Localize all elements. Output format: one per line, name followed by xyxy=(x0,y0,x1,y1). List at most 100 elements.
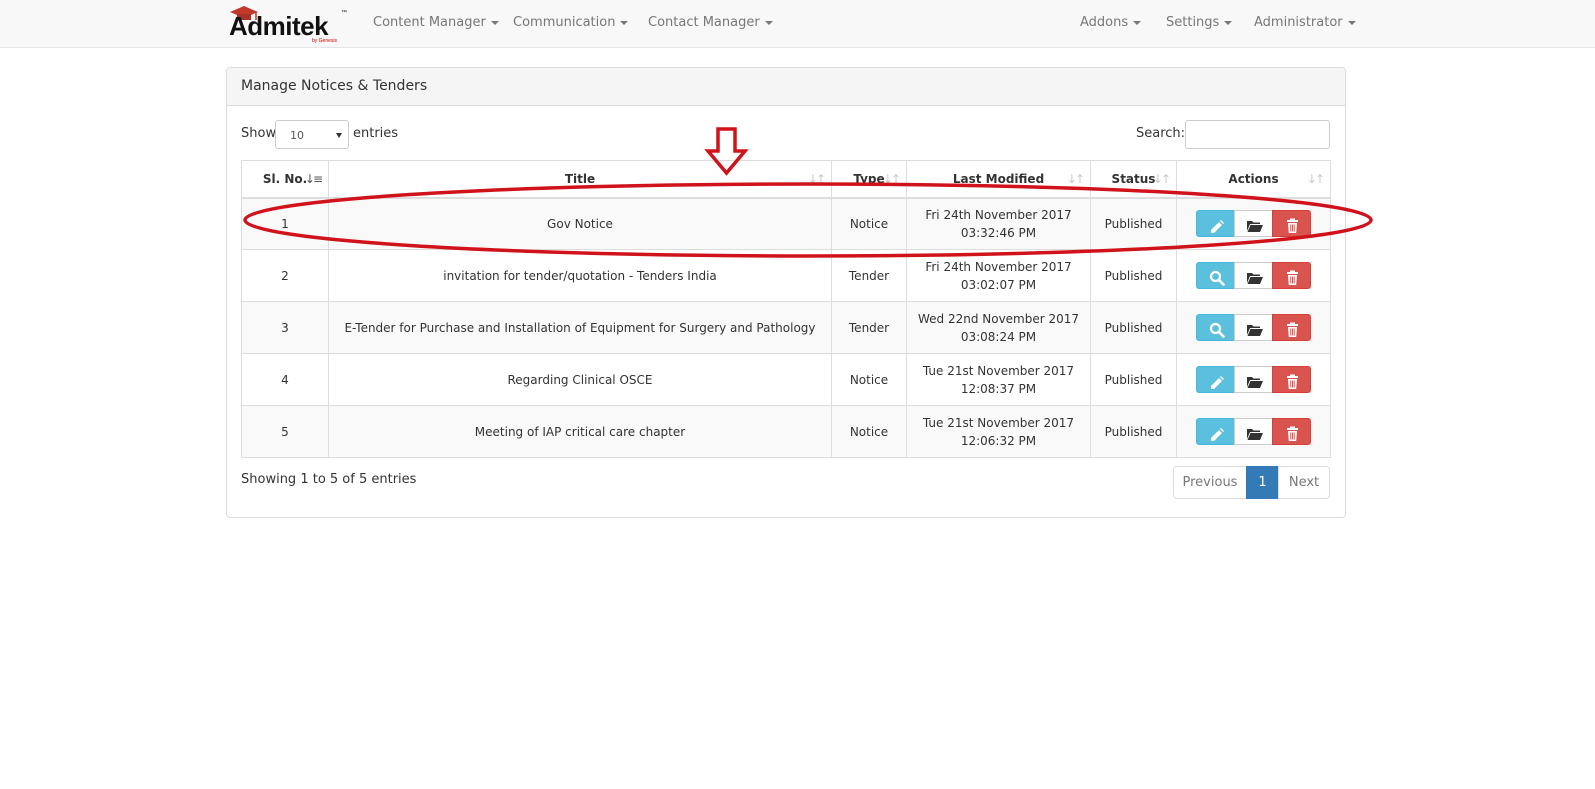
caret-down-icon xyxy=(1224,20,1233,25)
delete-button[interactable] xyxy=(1272,262,1311,289)
view-button[interactable] xyxy=(1196,262,1235,289)
search-label: Search: xyxy=(1136,126,1186,141)
brand-name: Admitek xyxy=(229,11,329,41)
cell-status: Published xyxy=(1090,301,1177,354)
trash-icon xyxy=(1287,322,1298,337)
modified-time: 03:32:46 PM xyxy=(960,225,1037,240)
pagination-next[interactable]: Next xyxy=(1278,466,1330,499)
sort-icon: ↓↑ xyxy=(1306,172,1325,186)
nav-label: Settings xyxy=(1166,15,1220,30)
nav-label: Content Manager xyxy=(373,15,486,30)
cell-status: Published xyxy=(1090,353,1177,406)
cell-status: Published xyxy=(1090,405,1177,458)
table-row: 3 E-Tender for Purchase and Installation … xyxy=(241,301,1331,354)
column-header-type[interactable]: Type ↓↑ xyxy=(831,160,907,199)
column-header-actions[interactable]: Actions ↓↑ xyxy=(1176,160,1331,199)
nav-communication[interactable]: Communication xyxy=(513,14,629,34)
delete-button[interactable] xyxy=(1272,210,1311,238)
open-folder-button[interactable] xyxy=(1234,418,1273,445)
caret-down-icon xyxy=(620,20,629,25)
nav-content-manager[interactable]: Content Manager xyxy=(373,14,499,34)
pagination-previous[interactable]: Previous xyxy=(1173,466,1247,499)
edit-icon xyxy=(1211,428,1224,441)
cell-last-modified: Tue 21st November 2017 12:06:32 PM xyxy=(906,405,1091,458)
folder-open-icon xyxy=(1247,273,1263,284)
cell-sl-no: 1 xyxy=(241,197,329,250)
cell-sl-no: 4 xyxy=(241,353,329,406)
column-header-label: Status xyxy=(1111,171,1156,186)
cell-type: Notice xyxy=(831,405,907,458)
open-folder-button[interactable] xyxy=(1234,262,1273,289)
cell-last-modified: Wed 22nd November 2017 03:08:24 PM xyxy=(906,301,1091,354)
edit-button[interactable] xyxy=(1196,418,1235,445)
modified-date: Tue 21st November 2017 xyxy=(922,415,1075,430)
table-row: 5 Meeting of IAP critical care chapter Not… xyxy=(241,405,1331,458)
column-header-label: Title xyxy=(564,171,596,186)
trash-icon xyxy=(1287,270,1298,285)
action-buttons xyxy=(1196,314,1311,341)
action-buttons xyxy=(1196,210,1311,238)
cell-last-modified: Fri 24th November 2017 03:32:46 PM xyxy=(906,197,1091,250)
cell-type: Tender xyxy=(831,301,907,354)
cell-last-modified: Tue 21st November 2017 12:08:37 PM xyxy=(906,353,1091,406)
nav-contact-manager[interactable]: Contact Manager xyxy=(648,14,773,34)
view-button[interactable] xyxy=(1196,314,1235,341)
brand-logo[interactable]: Admitek ™ by Genesis xyxy=(228,4,348,44)
folder-open-icon xyxy=(1247,221,1263,233)
column-header-status[interactable]: Status ↓↑ xyxy=(1090,160,1177,199)
column-header-label: Actions xyxy=(1228,171,1279,186)
pagination-page-1[interactable]: 1 xyxy=(1246,466,1279,499)
delete-button[interactable] xyxy=(1272,366,1311,393)
column-header-title[interactable]: Title ↓↑ xyxy=(328,160,832,199)
search-icon xyxy=(1209,322,1225,338)
cell-last-modified: Fri 24th November 2017 03:02:07 PM xyxy=(906,249,1091,302)
column-header-sl-no[interactable]: Sl. No. ↓≡ xyxy=(241,160,329,199)
cell-title: Gov Notice xyxy=(328,197,832,250)
entries-label: entries xyxy=(353,126,399,141)
edit-button[interactable] xyxy=(1196,366,1235,393)
search-input[interactable] xyxy=(1185,120,1330,149)
cell-actions xyxy=(1176,405,1331,458)
dropdown-arrow-icon xyxy=(336,133,342,138)
cell-actions xyxy=(1176,353,1331,406)
cell-title: E-Tender for Purchase and Installation o… xyxy=(328,301,832,354)
folder-open-icon xyxy=(1247,429,1263,440)
modified-time: 12:08:37 PM xyxy=(960,381,1037,396)
table-row: 4 Regarding Clinical OSCE Notice Tue 21st N… xyxy=(241,353,1331,406)
table-row: 1 Gov Notice Notice Fri 24th November 2017 0… xyxy=(241,197,1331,250)
sort-icon: ↓↑ xyxy=(1066,172,1085,186)
edit-icon xyxy=(1211,376,1224,389)
column-header-last-modified[interactable]: Last Modified ↓↑ xyxy=(906,160,1091,199)
cell-sl-no: 5 xyxy=(241,405,329,458)
column-header-label: Type xyxy=(853,171,885,186)
caret-down-icon xyxy=(1133,20,1142,25)
delete-button[interactable] xyxy=(1272,418,1311,445)
action-buttons xyxy=(1196,366,1311,393)
entries-select[interactable]: 10 xyxy=(275,120,349,149)
edit-button[interactable] xyxy=(1196,210,1235,238)
cell-actions xyxy=(1176,249,1331,302)
panel-title: Manage Notices & Tenders xyxy=(241,78,428,94)
nav-addons[interactable]: Addons xyxy=(1080,14,1142,34)
cell-sl-no: 3 xyxy=(241,301,329,354)
delete-button[interactable] xyxy=(1272,314,1311,341)
cell-status: Published xyxy=(1090,249,1177,302)
modified-time: 03:02:07 PM xyxy=(960,277,1037,292)
sort-icon: ↓↑ xyxy=(882,172,901,186)
modified-date: Tue 21st November 2017 xyxy=(922,363,1075,378)
table-info: Showing 1 to 5 of 5 entries xyxy=(241,472,417,487)
open-folder-button[interactable] xyxy=(1234,210,1273,238)
panel-heading: Manage Notices & Tenders xyxy=(227,68,1345,106)
modified-time: 12:06:32 PM xyxy=(960,433,1037,448)
table-header-row: Sl. No. ↓≡ Title ↓↑ Type ↓↑ Last Modified ↓↑… xyxy=(241,160,1331,199)
cell-title: Meeting of IAP critical care chapter xyxy=(328,405,832,458)
modified-date: Wed 22nd November 2017 xyxy=(917,311,1080,326)
entries-value: 10 xyxy=(290,129,304,142)
cell-type: Notice xyxy=(831,197,907,250)
nav-administrator[interactable]: Administrator xyxy=(1254,14,1356,34)
open-folder-button[interactable] xyxy=(1234,366,1273,393)
modified-date: Fri 24th November 2017 xyxy=(925,207,1072,222)
modified-time: 03:08:24 PM xyxy=(960,329,1037,344)
open-folder-button[interactable] xyxy=(1234,314,1273,341)
nav-settings[interactable]: Settings xyxy=(1166,14,1233,34)
